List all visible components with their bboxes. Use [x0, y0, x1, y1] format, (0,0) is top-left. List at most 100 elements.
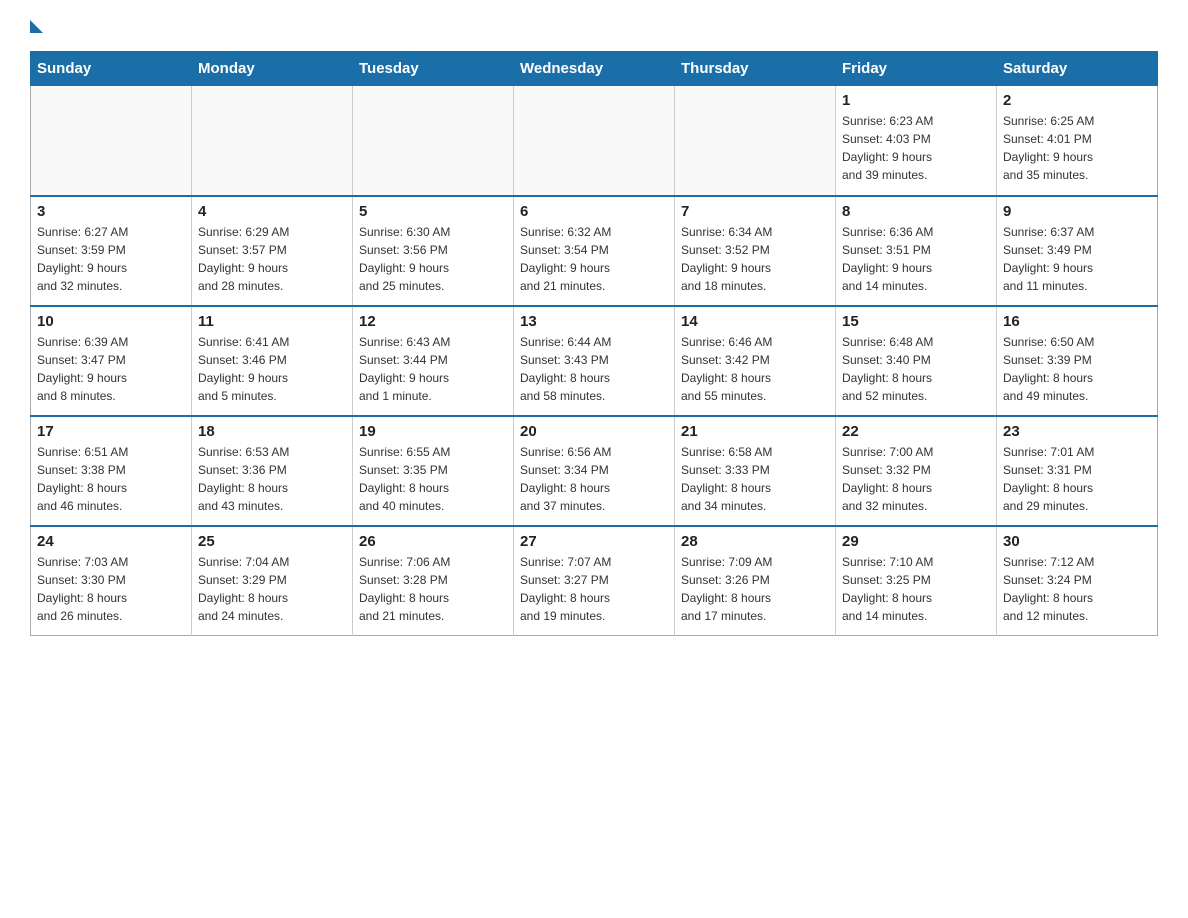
week-row-1: 1 Sunrise: 6:23 AM Sunset: 4:03 PM Daylig… [31, 86, 1158, 196]
day-info: Sunrise: 7:12 AM Sunset: 3:24 PM Dayligh… [1003, 553, 1151, 625]
day-cell [31, 86, 192, 196]
header-cell-tuesday: Tuesday [353, 52, 514, 86]
day-cell: 12Sunrise: 6:43 AM Sunset: 3:44 PM Dayli… [353, 306, 514, 416]
day-info: Sunrise: 6:23 AM Sunset: 4:03 PM Dayligh… [842, 112, 990, 184]
day-number: 11 [198, 313, 346, 330]
day-cell: 29Sunrise: 7:10 AM Sunset: 3:25 PM Dayli… [836, 526, 997, 636]
day-number: 28 [681, 533, 829, 550]
day-cell: 11 Sunrise: 6:41 AM Sunset: 3:46 PM Dayli… [192, 306, 353, 416]
day-info: Sunrise: 6:48 AM Sunset: 3:40 PM Dayligh… [842, 333, 990, 405]
day-cell: 20 Sunrise: 6:56 AM Sunset: 3:34 PM Dayli… [514, 416, 675, 526]
week-row-4: 17 Sunrise: 6:51 AM Sunset: 3:38 PM Dayli… [31, 416, 1158, 526]
day-cell: 1 Sunrise: 6:23 AM Sunset: 4:03 PM Daylig… [836, 86, 997, 196]
day-cell: 6 Sunrise: 6:32 AM Sunset: 3:54 PM Daylig… [514, 196, 675, 306]
day-number: 17 [37, 423, 185, 440]
day-number: 13 [520, 313, 668, 330]
day-cell: 22 Sunrise: 7:00 AM Sunset: 3:32 PM Dayli… [836, 416, 997, 526]
day-cell: 25 Sunrise: 7:04 AM Sunset: 3:29 PM Dayli… [192, 526, 353, 636]
day-number: 12 [359, 313, 507, 330]
day-info: Sunrise: 7:04 AM Sunset: 3:29 PM Dayligh… [198, 553, 346, 625]
day-info: Sunrise: 6:44 AM Sunset: 3:43 PM Dayligh… [520, 333, 668, 405]
day-info: Sunrise: 6:34 AM Sunset: 3:52 PM Dayligh… [681, 223, 829, 295]
day-info: Sunrise: 6:46 AM Sunset: 3:42 PM Dayligh… [681, 333, 829, 405]
day-info: Sunrise: 7:00 AM Sunset: 3:32 PM Dayligh… [842, 443, 990, 515]
day-info: Sunrise: 6:39 AM Sunset: 3:47 PM Dayligh… [37, 333, 185, 405]
day-cell [675, 86, 836, 196]
calendar-table: SundayMondayTuesdayWednesdayThursdayFrid… [30, 51, 1158, 636]
day-number: 20 [520, 423, 668, 440]
day-number: 4 [198, 203, 346, 220]
day-cell: 27 Sunrise: 7:07 AM Sunset: 3:27 PM Dayli… [514, 526, 675, 636]
day-cell: 10 Sunrise: 6:39 AM Sunset: 3:47 PM Dayli… [31, 306, 192, 416]
day-number: 15 [842, 313, 990, 330]
day-number: 25 [198, 533, 346, 550]
day-info: Sunrise: 7:07 AM Sunset: 3:27 PM Dayligh… [520, 553, 668, 625]
day-cell: 17 Sunrise: 6:51 AM Sunset: 3:38 PM Dayli… [31, 416, 192, 526]
day-number: 16 [1003, 313, 1151, 330]
header-row: SundayMondayTuesdayWednesdayThursdayFrid… [31, 52, 1158, 86]
header-cell-saturday: Saturday [997, 52, 1158, 86]
day-cell [192, 86, 353, 196]
header-cell-wednesday: Wednesday [514, 52, 675, 86]
day-info: Sunrise: 7:01 AM Sunset: 3:31 PM Dayligh… [1003, 443, 1151, 515]
day-number: 21 [681, 423, 829, 440]
day-cell: 28 Sunrise: 7:09 AM Sunset: 3:26 PM Dayli… [675, 526, 836, 636]
day-cell [353, 86, 514, 196]
day-cell: 24 Sunrise: 7:03 AM Sunset: 3:30 PM Dayli… [31, 526, 192, 636]
header-cell-friday: Friday [836, 52, 997, 86]
day-cell: 7 Sunrise: 6:34 AM Sunset: 3:52 PM Daylig… [675, 196, 836, 306]
day-number: 30 [1003, 533, 1151, 550]
day-cell: 4 Sunrise: 6:29 AM Sunset: 3:57 PM Daylig… [192, 196, 353, 306]
day-cell: 14 Sunrise: 6:46 AM Sunset: 3:42 PM Dayli… [675, 306, 836, 416]
day-cell: 2 Sunrise: 6:25 AM Sunset: 4:01 PM Daylig… [997, 86, 1158, 196]
day-number: 2 [1003, 92, 1151, 109]
day-info: Sunrise: 6:25 AM Sunset: 4:01 PM Dayligh… [1003, 112, 1151, 184]
day-cell: 16 Sunrise: 6:50 AM Sunset: 3:39 PM Dayli… [997, 306, 1158, 416]
day-info: Sunrise: 7:03 AM Sunset: 3:30 PM Dayligh… [37, 553, 185, 625]
day-number: 27 [520, 533, 668, 550]
day-cell: 13 Sunrise: 6:44 AM Sunset: 3:43 PM Dayli… [514, 306, 675, 416]
day-info: Sunrise: 6:58 AM Sunset: 3:33 PM Dayligh… [681, 443, 829, 515]
day-info: Sunrise: 6:27 AM Sunset: 3:59 PM Dayligh… [37, 223, 185, 295]
day-number: 9 [1003, 203, 1151, 220]
day-number: 26 [359, 533, 507, 550]
day-cell: 30 Sunrise: 7:12 AM Sunset: 3:24 PM Dayli… [997, 526, 1158, 636]
day-cell [514, 86, 675, 196]
day-cell: 15 Sunrise: 6:48 AM Sunset: 3:40 PM Dayli… [836, 306, 997, 416]
day-info: Sunrise: 7:10 AM Sunset: 3:25 PM Dayligh… [842, 553, 990, 625]
day-info: Sunrise: 6:55 AM Sunset: 3:35 PM Dayligh… [359, 443, 507, 515]
day-number: 23 [1003, 423, 1151, 440]
header-cell-thursday: Thursday [675, 52, 836, 86]
day-info: Sunrise: 6:51 AM Sunset: 3:38 PM Dayligh… [37, 443, 185, 515]
day-info: Sunrise: 6:53 AM Sunset: 3:36 PM Dayligh… [198, 443, 346, 515]
day-info: Sunrise: 6:50 AM Sunset: 3:39 PM Dayligh… [1003, 333, 1151, 405]
day-info: Sunrise: 6:29 AM Sunset: 3:57 PM Dayligh… [198, 223, 346, 295]
page-header [30, 20, 1158, 35]
day-info: Sunrise: 7:06 AM Sunset: 3:28 PM Dayligh… [359, 553, 507, 625]
day-info: Sunrise: 6:56 AM Sunset: 3:34 PM Dayligh… [520, 443, 668, 515]
day-number: 24 [37, 533, 185, 550]
day-number: 7 [681, 203, 829, 220]
day-number: 1 [842, 92, 990, 109]
day-info: Sunrise: 6:30 AM Sunset: 3:56 PM Dayligh… [359, 223, 507, 295]
day-info: Sunrise: 6:41 AM Sunset: 3:46 PM Dayligh… [198, 333, 346, 405]
header-cell-monday: Monday [192, 52, 353, 86]
day-info: Sunrise: 6:37 AM Sunset: 3:49 PM Dayligh… [1003, 223, 1151, 295]
day-number: 6 [520, 203, 668, 220]
day-number: 18 [198, 423, 346, 440]
day-number: 3 [37, 203, 185, 220]
day-cell: 26 Sunrise: 7:06 AM Sunset: 3:28 PM Dayli… [353, 526, 514, 636]
week-row-2: 3 Sunrise: 6:27 AM Sunset: 3:59 PM Daylig… [31, 196, 1158, 306]
day-number: 10 [37, 313, 185, 330]
day-cell: 18 Sunrise: 6:53 AM Sunset: 3:36 PM Dayli… [192, 416, 353, 526]
week-row-5: 24 Sunrise: 7:03 AM Sunset: 3:30 PM Dayli… [31, 526, 1158, 636]
day-number: 22 [842, 423, 990, 440]
calendar-header: SundayMondayTuesdayWednesdayThursdayFrid… [31, 52, 1158, 86]
header-cell-sunday: Sunday [31, 52, 192, 86]
day-number: 5 [359, 203, 507, 220]
day-info: Sunrise: 6:32 AM Sunset: 3:54 PM Dayligh… [520, 223, 668, 295]
day-number: 14 [681, 313, 829, 330]
day-info: Sunrise: 7:09 AM Sunset: 3:26 PM Dayligh… [681, 553, 829, 625]
day-cell: 8Sunrise: 6:36 AM Sunset: 3:51 PM Daylig… [836, 196, 997, 306]
day-number: 8 [842, 203, 990, 220]
